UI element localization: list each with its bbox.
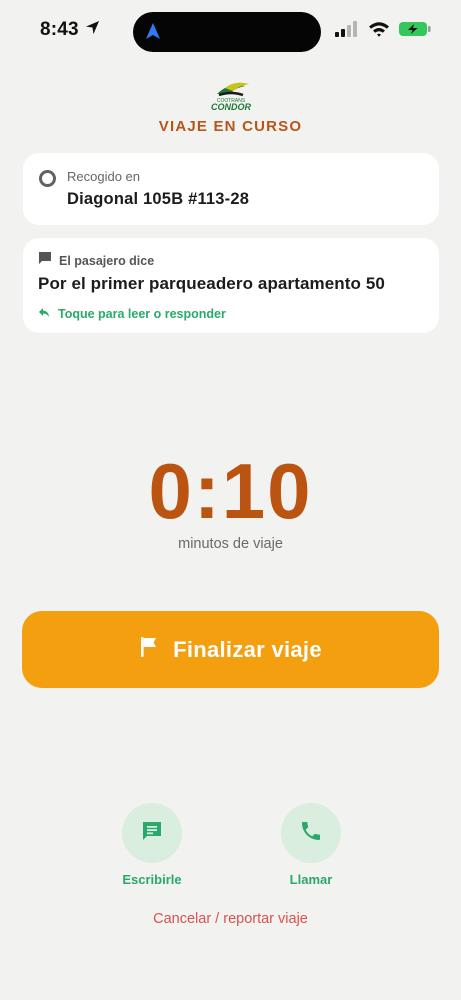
finish-trip-label: Finalizar viaje (173, 636, 322, 662)
status-time: 8:43 (40, 19, 79, 40)
reply-label: Toque para leer o responder (58, 307, 226, 321)
pickup-circle-icon (39, 170, 56, 187)
message-label: El pasajero dice (59, 253, 155, 268)
location-arrow-icon (85, 20, 100, 40)
finish-trip-button[interactable]: Finalizar viaje (22, 611, 439, 688)
message-header: El pasajero dice (38, 251, 154, 270)
cancel-report-trip-link[interactable]: Cancelar / reportar viaje (0, 911, 461, 927)
call-label: Llamar (289, 872, 333, 887)
battery-charging-icon (399, 21, 431, 42)
dynamic-island (133, 12, 321, 52)
flag-icon (139, 636, 159, 663)
pickup-card: Recogido en Diagonal 105B #113-28 (23, 153, 439, 225)
chat-bubble-icon (38, 251, 52, 270)
message-icon (140, 819, 164, 848)
reply-link[interactable]: Toque para leer o responder (38, 305, 226, 323)
page-title: VIAJE EN CURSO (158, 118, 303, 135)
pickup-address: Diagonal 105B #113-28 (67, 190, 250, 208)
write-to-passenger-button[interactable]: Escribirle (92, 803, 212, 887)
timer-caption: minutos de viaje (178, 536, 283, 552)
status-icons (335, 21, 431, 42)
status-time-group: 8:43 (40, 19, 100, 41)
logo-text: CONDOR (211, 102, 251, 112)
navigation-icon (145, 22, 161, 45)
trip-timer: 0:10 (148, 447, 313, 535)
passenger-message-text: Por el primer parqueadero apartamento 50 (38, 274, 385, 293)
pickup-label: Recogido en (67, 169, 140, 184)
cellular-signal-icon (335, 21, 359, 42)
write-label: Escribirle (122, 872, 182, 887)
status-bar: 8:43 (0, 0, 461, 64)
write-button-circle[interactable] (122, 803, 182, 863)
condor-logo: COOTRANS CONDOR (205, 80, 257, 112)
passenger-message-card[interactable]: El pasajero dice Por el primer parqueade… (23, 238, 439, 333)
call-button-circle[interactable] (281, 803, 341, 863)
wifi-icon (368, 21, 390, 42)
phone-icon (299, 819, 323, 848)
call-passenger-button[interactable]: Llamar (251, 803, 371, 887)
reply-arrow-icon (38, 305, 50, 323)
